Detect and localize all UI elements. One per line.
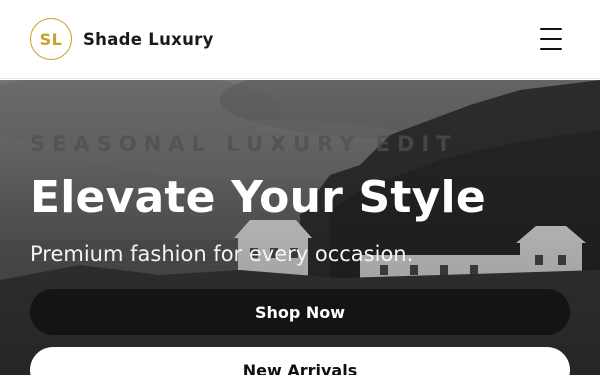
- hero-subline: Premium fashion for every occasion.: [30, 242, 414, 266]
- brand-name[interactable]: Shade Luxury: [83, 30, 214, 49]
- shop-now-button[interactable]: Shop Now: [30, 289, 570, 335]
- site-header: SL Shade Luxury: [0, 0, 600, 79]
- hamburger-menu-icon[interactable]: [540, 28, 564, 50]
- hero-banner: SEASONAL LUXURY EDIT Elevate Your Style …: [0, 80, 600, 375]
- brand-logo[interactable]: SL: [30, 18, 72, 60]
- new-arrivals-button[interactable]: New Arrivals: [30, 347, 570, 375]
- hero-eyebrow: SEASONAL LUXURY EDIT: [30, 132, 458, 156]
- logo-initials: SL: [39, 29, 63, 49]
- hero-headline: Elevate Your Style: [30, 172, 486, 223]
